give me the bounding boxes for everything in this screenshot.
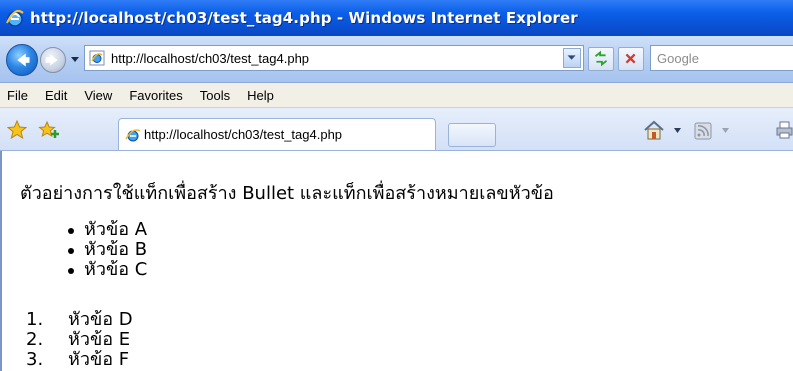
ie-logo-icon [6,10,24,27]
menu-view[interactable]: View [84,88,112,103]
refresh-button[interactable] [588,47,614,71]
forward-button[interactable] [40,47,66,73]
bullet-marker [68,228,74,234]
navigation-toolbar: http://localhost/ch03/test_tag4.php Goog… [0,36,793,83]
tab-label: http://localhost/ch03/test_tag4.php [144,127,343,142]
list-item: 2. หัวข้อ E [26,329,131,350]
page-heading: ตัวอย่างการใช้แท็กเพื่อสร้าง Bullet และแ… [20,183,554,204]
ie-page-icon [89,50,105,66]
title-bar: http://localhost/ch03/test_tag4.php - Wi… [0,0,793,36]
forward-arrow-icon [45,54,58,66]
list-item: 1. หัวข้อ D [26,309,133,330]
list-number: 1. [26,309,44,330]
menu-edit[interactable]: Edit [45,88,67,103]
menu-help[interactable]: Help [247,88,274,103]
address-url[interactable]: http://localhost/ch03/test_tag4.php [111,51,309,66]
tab-current-page[interactable]: http://localhost/ch03/test_tag4.php [118,118,436,150]
menu-file[interactable]: File [7,88,28,103]
list-item: หัวข้อ C [68,260,147,280]
feeds-icon[interactable] [694,122,712,140]
window-title: http://localhost/ch03/test_tag4.php - Wi… [30,9,578,27]
back-arrow-icon [17,53,30,67]
numbered-list: 1. หัวข้อ D 2. หัวข้อ E 3. หัวข้อ F [26,310,133,370]
address-bar[interactable]: http://localhost/ch03/test_tag4.php [84,45,584,71]
new-tab-button[interactable] [448,123,496,147]
print-icon[interactable] [776,121,793,139]
menu-bar: File Edit View Favorites Tools Help [0,83,793,108]
page-content: ตัวอย่างการใช้แท็กเพื่อสร้าง Bullet และแ… [0,151,793,371]
search-placeholder: Google [657,50,699,66]
favorites-star-icon[interactable] [7,120,27,140]
bullet-list: หัวข้อ A หัวข้อ B หัวข้อ C [68,220,147,280]
menu-favorites[interactable]: Favorites [129,88,182,103]
menu-tools[interactable]: Tools [200,88,230,103]
address-dropdown-button[interactable] [563,48,581,68]
history-dropdown-icon[interactable] [71,55,79,63]
stop-button[interactable] [618,47,644,71]
close-icon [625,53,636,64]
tab-bar: http://localhost/ch03/test_tag4.php [0,108,793,151]
feeds-dropdown-icon[interactable] [722,128,729,133]
search-input[interactable]: Google [650,45,793,71]
back-button[interactable] [6,44,38,76]
home-icon[interactable] [642,119,666,141]
list-item: 3. หัวข้อ F [26,349,130,370]
list-item: หัวข้อ B [68,240,147,260]
refresh-icon [594,50,608,67]
list-number: 2. [26,329,44,350]
list-item: หัวข้อ A [68,220,147,240]
list-number: 3. [26,349,44,370]
ie-tab-icon [125,128,141,141]
chevron-down-icon [567,55,576,60]
bullet-marker [68,268,74,274]
home-dropdown-icon[interactable] [674,128,681,133]
add-favorite-icon[interactable] [38,120,60,140]
bullet-marker [68,248,74,254]
